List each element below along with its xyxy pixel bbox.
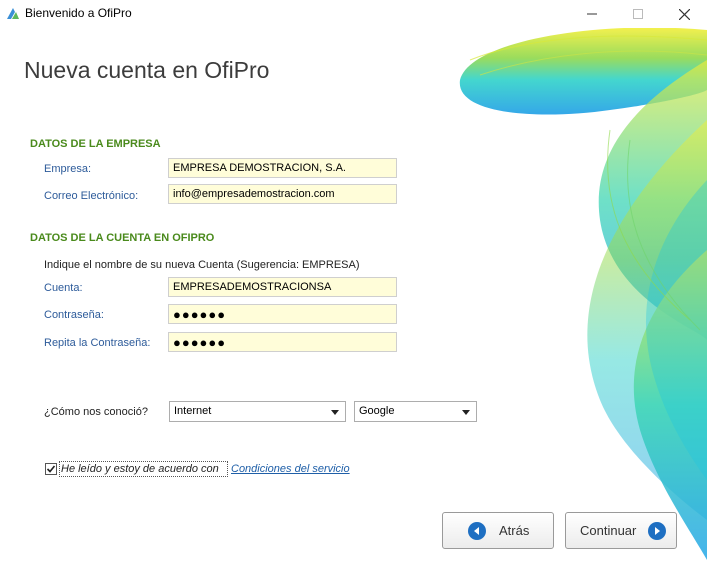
repeat-password-field[interactable]: ●●●●●● — [168, 332, 397, 352]
terms-checkbox[interactable] — [45, 463, 57, 475]
close-icon — [678, 8, 690, 20]
email-field[interactable]: info@empresademostracion.com — [168, 184, 397, 204]
company-section-heading: DATOS DE LA EMPRESA — [30, 138, 161, 150]
minimize-button[interactable] — [569, 0, 615, 28]
password-label: Contraseña: — [44, 309, 104, 321]
referral-detail-value: Google — [359, 405, 395, 417]
back-button-label: Atrás — [499, 523, 530, 538]
referral-source-value: Internet — [174, 405, 212, 417]
terms-of-service-link[interactable]: Condiciones del servicio — [231, 463, 350, 475]
email-label: Correo Electrónico: — [44, 190, 139, 202]
ofipro-logo-icon — [7, 8, 19, 19]
dropdown-arrow-icon — [462, 410, 470, 415]
dropdown-arrow-icon — [331, 410, 339, 415]
repeat-password-label: Repita la Contraseña: — [44, 337, 151, 349]
referral-label: ¿Cómo nos conoció? — [44, 406, 148, 418]
minimize-icon — [587, 13, 597, 15]
referral-source-select[interactable]: Internet — [169, 401, 346, 422]
company-field[interactable]: EMPRESA DEMOSTRACION, S.A. — [168, 158, 397, 178]
title-bar: Bienvenido a OfiPro — [0, 0, 707, 28]
ofipro-window: Bienvenido a OfiPro Nueva cuenta en OfiP… — [0, 0, 707, 565]
forward-arrow-icon — [648, 522, 666, 540]
referral-detail-select[interactable]: Google — [354, 401, 477, 422]
account-label: Cuenta: — [44, 282, 83, 294]
checkmark-icon — [46, 465, 56, 473]
maximize-button[interactable] — [615, 0, 661, 28]
back-arrow-icon — [468, 522, 486, 540]
password-field[interactable]: ●●●●●● — [168, 304, 397, 324]
window-title: Bienvenido a OfiPro — [25, 6, 132, 20]
form-content: Nueva cuenta en OfiPro DATOS DE LA EMPRE… — [0, 0, 707, 565]
account-section-heading: DATOS DE LA CUENTA EN OFIPRO — [30, 232, 215, 244]
terms-label[interactable]: He leído y estoy de acuerdo con — [61, 463, 219, 475]
account-hint: Indique el nombre de su nueva Cuenta (Su… — [44, 259, 360, 271]
continue-button[interactable]: Continuar — [565, 512, 677, 549]
close-button[interactable] — [661, 0, 707, 28]
maximize-icon — [633, 9, 643, 19]
continue-button-label: Continuar — [580, 523, 637, 538]
account-field[interactable]: EMPRESADEMOSTRACIONSA — [168, 277, 397, 297]
company-label: Empresa: — [44, 163, 92, 175]
page-title: Nueva cuenta en OfiPro — [24, 57, 270, 83]
back-button[interactable]: Atrás — [442, 512, 554, 549]
